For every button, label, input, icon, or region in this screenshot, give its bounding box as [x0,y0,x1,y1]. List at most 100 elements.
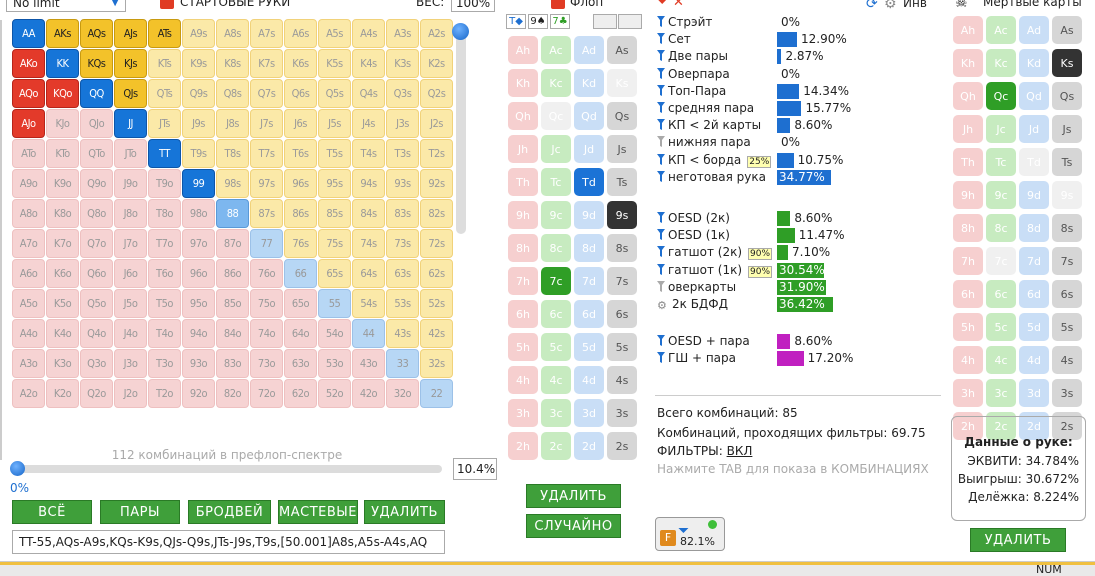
hand-cell[interactable]: K8o [46,199,79,228]
filter-icon[interactable] [657,263,665,275]
hand-cell[interactable]: 92s [420,169,453,198]
dead-card-Qs[interactable]: Qs [1052,82,1082,110]
flop-card-7c[interactable]: 7c [541,267,571,295]
flop-card-9d[interactable]: 9d [574,201,604,229]
hand-cell[interactable]: 85o [216,289,249,318]
flop-card-7d[interactable]: 7d [574,267,604,295]
board-slot[interactable]: T◆ [506,14,526,29]
hand-cell[interactable]: 74s [352,229,385,258]
dead-card-4d[interactable]: 4d [1019,346,1049,374]
hand-cell[interactable]: J4s [352,109,385,138]
hand-cell[interactable]: J8o [114,199,147,228]
flop-card-3s[interactable]: 3s [607,399,637,427]
hand-cell[interactable]: T5s [318,139,351,168]
hand-cell[interactable]: 84s [352,199,385,228]
dead-card-5s[interactable]: 5s [1052,313,1082,341]
hand-cell[interactable]: J6o [114,259,147,288]
flop-card-2d[interactable]: 2d [574,432,604,460]
dead-card-Jc[interactable]: Jc [986,115,1016,143]
hand-cell[interactable]: T9s [182,139,215,168]
hand-cell[interactable]: 72o [250,379,283,408]
hand-cell[interactable]: 54o [318,319,351,348]
hand-cell[interactable]: J5s [318,109,351,138]
dead-card-7d[interactable]: 7d [1019,247,1049,275]
dead-card-5c[interactable]: 5c [986,313,1016,341]
filter-icon[interactable] [657,212,665,223]
flop-card-Ah[interactable]: Ah [508,36,538,64]
dead-card-Qc[interactable]: Qc [986,82,1016,110]
hand-cell[interactable]: 99 [182,169,215,198]
hand-cell[interactable]: 85s [318,199,351,228]
hand-cell[interactable]: T7s [250,139,283,168]
hand-cell[interactable]: A3s [386,19,419,48]
hand-cell[interactable]: K2o [46,379,79,408]
filter-icon[interactable] [657,16,665,27]
hand-cell[interactable]: J7o [114,229,147,258]
dead-card-8s[interactable]: 8s [1052,214,1082,242]
hand-cell[interactable]: 86o [216,259,249,288]
hand-cell[interactable]: 87s [250,199,283,228]
hand-cell[interactable]: 96o [182,259,215,288]
flop-card-5d[interactable]: 5d [574,333,604,361]
suited-button[interactable]: МАСТЕВЫЕ [278,500,358,524]
hand-cell[interactable]: 52o [318,379,351,408]
dead-card-9s[interactable]: 9s [1052,181,1082,209]
dead-card-Jd[interactable]: Jd [1019,115,1049,143]
dead-card-4h[interactable]: 4h [953,346,983,374]
hand-cell[interactable]: 64o [284,319,317,348]
hand-cell[interactable]: 42s [420,319,453,348]
hand-cell[interactable]: K8s [216,49,249,78]
hand-cell[interactable]: 44 [352,319,385,348]
flop-card-8c[interactable]: 8c [541,234,571,262]
hand-cell[interactable]: T6o [148,259,181,288]
hand-cell[interactable]: Q7s [250,79,283,108]
filter-icon[interactable] [657,33,665,45]
hand-cell[interactable]: 82o [216,379,249,408]
flop-card-5c[interactable]: 5c [541,333,571,361]
flop-card-2s[interactable]: 2s [607,432,637,460]
flop-card-3c[interactable]: 3c [541,399,571,427]
hand-cell[interactable]: ATo [12,139,45,168]
flop-card-4c[interactable]: 4c [541,366,571,394]
hand-cell[interactable]: T2o [148,379,181,408]
flop-card-Jc[interactable]: Jc [541,135,571,163]
hand-cell[interactable]: 82s [420,199,453,228]
dead-card-Qh[interactable]: Qh [953,82,983,110]
flop-card-6c[interactable]: 6c [541,300,571,328]
flop-card-5h[interactable]: 5h [508,333,538,361]
flop-card-6d[interactable]: 6d [574,300,604,328]
flop-card-Js[interactable]: Js [607,135,637,163]
hand-cell[interactable]: 95s [318,169,351,198]
hand-cell[interactable]: 42o [352,379,385,408]
flop-card-As[interactable]: As [607,36,637,64]
dead-card-Td[interactable]: Td [1019,148,1049,176]
dead-card-Ac[interactable]: Ac [986,16,1016,44]
dead-card-Kc[interactable]: Kc [986,49,1016,77]
hand-cell[interactable]: J5o [114,289,147,318]
hand-cell[interactable]: 83o [216,349,249,378]
flop-card-9s[interactable]: 9s [607,201,637,229]
hand-cell[interactable]: TT [148,139,181,168]
gear-icon[interactable]: ⚙ [884,0,897,12]
dead-card-7h[interactable]: 7h [953,247,983,275]
hand-cell[interactable]: J9s [182,109,215,138]
hand-cell[interactable]: A3o [12,349,45,378]
board-slot[interactable] [618,14,642,29]
flop-card-3d[interactable]: 3d [574,399,604,427]
hand-cell[interactable]: 76s [284,229,317,258]
hand-cell[interactable]: JTs [148,109,181,138]
hand-cell[interactable]: AKs [46,19,79,48]
flop-card-Jh[interactable]: Jh [508,135,538,163]
hand-cell[interactable]: Q4o [80,319,113,348]
hand-cell[interactable]: KJs [114,49,147,78]
filter-red-icon[interactable]: ⏷ [657,0,667,10]
hand-cell[interactable]: Q8o [80,199,113,228]
flop-card-Tc[interactable]: Tc [541,168,571,196]
hand-cell[interactable]: Q8s [216,79,249,108]
hand-cell[interactable]: 88 [216,199,249,228]
dead-card-9c[interactable]: 9c [986,181,1016,209]
hand-cell[interactable]: 97o [182,229,215,258]
flop-card-7h[interactable]: 7h [508,267,538,295]
hand-cell[interactable]: T9o [148,169,181,198]
flop-card-Qd[interactable]: Qd [574,102,604,130]
